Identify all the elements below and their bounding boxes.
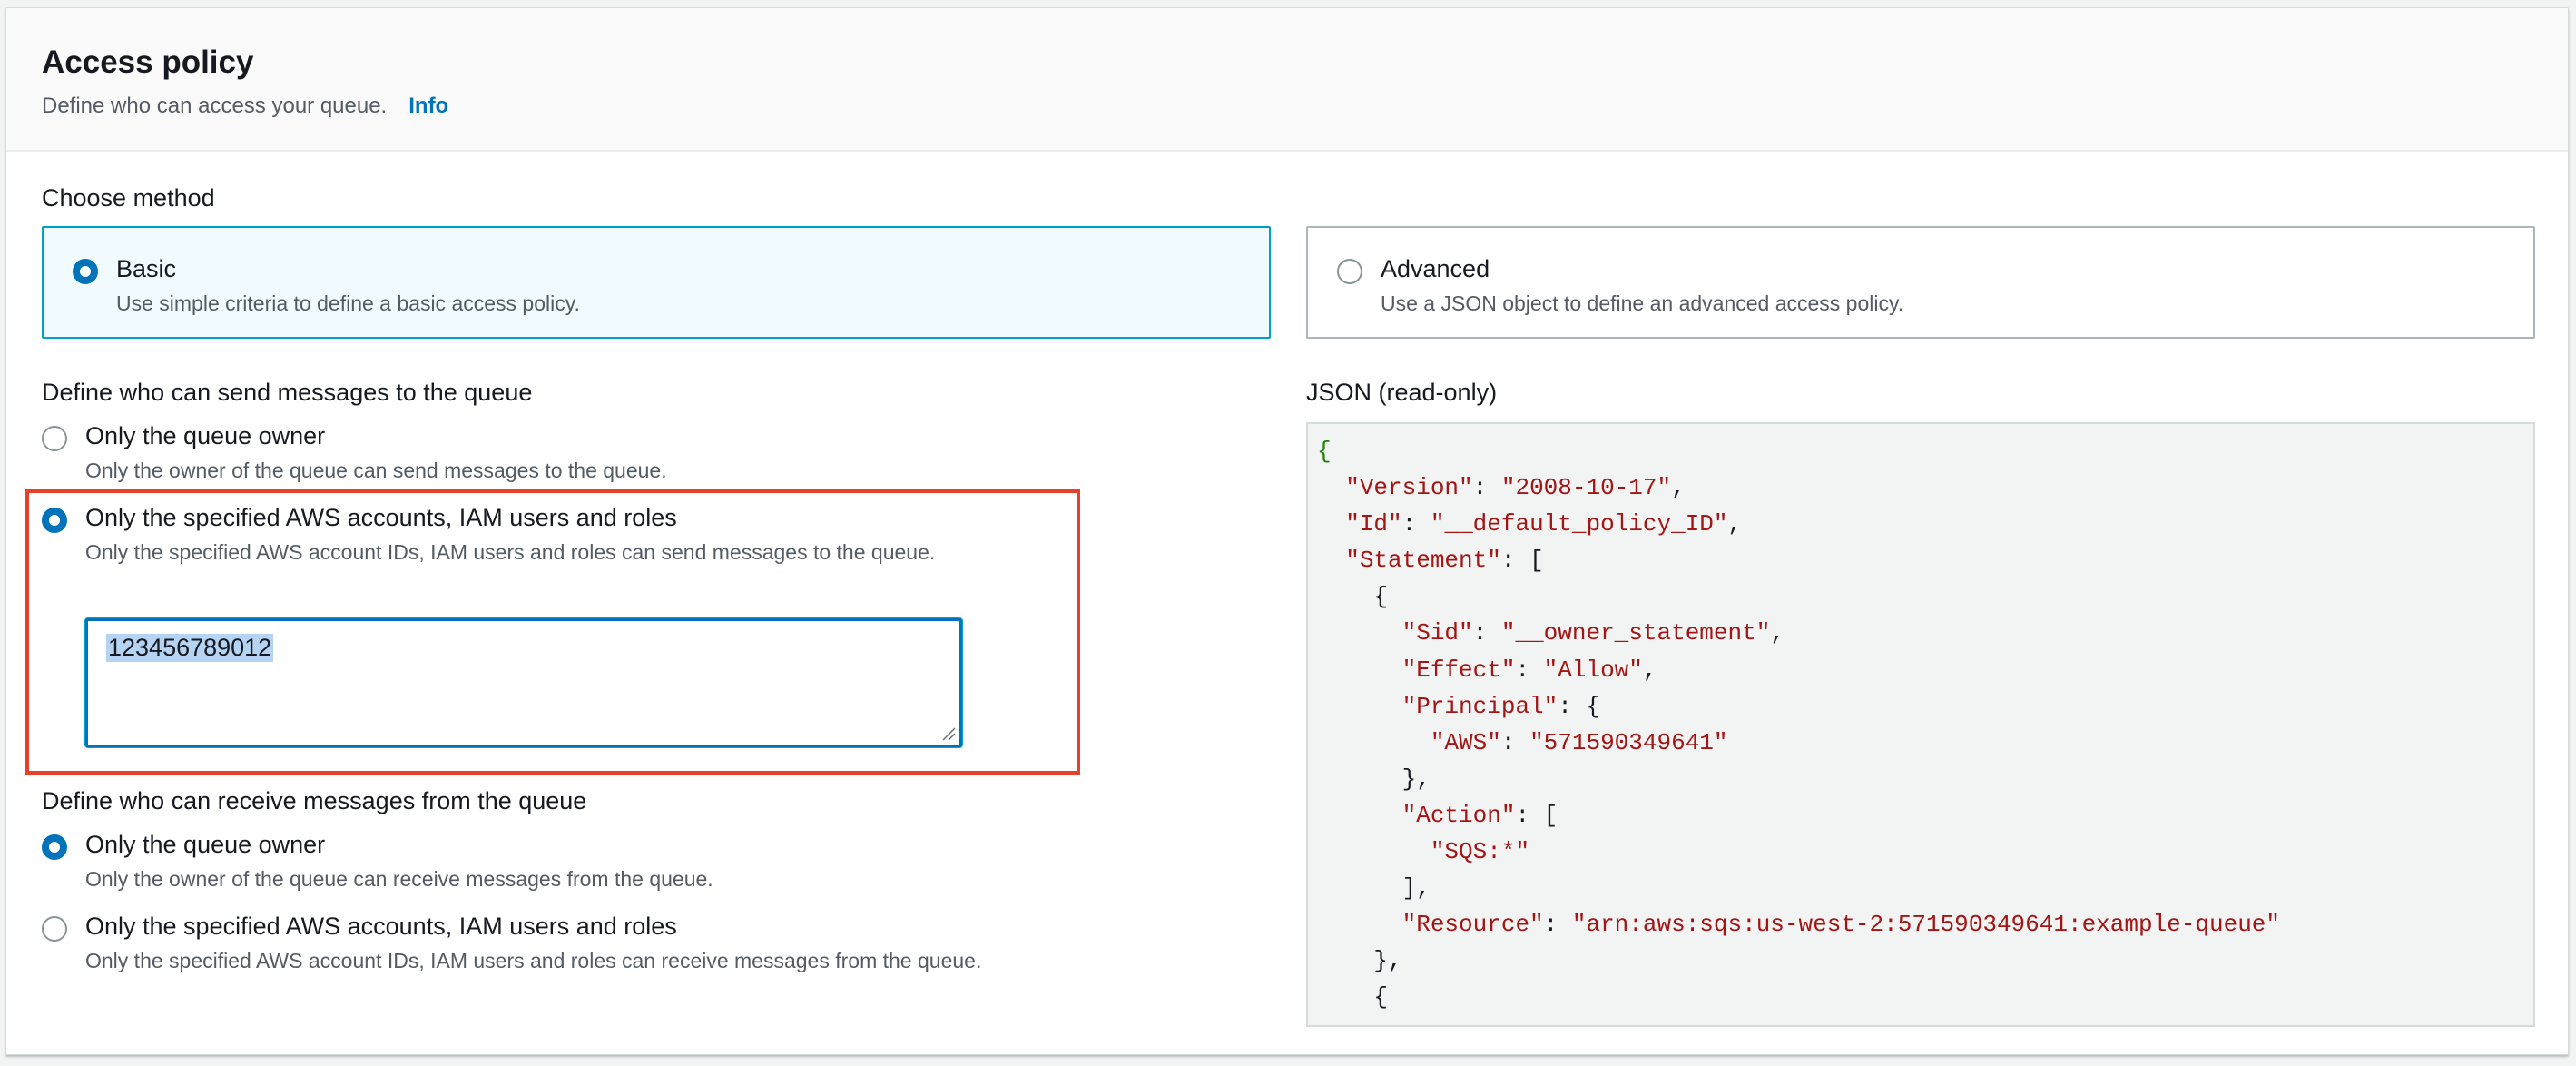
json-line: "Action": [ [1317,797,2280,834]
panel-description-text: Define who can access your queue. [42,94,388,118]
json-key: "AWS" [1430,728,1501,756]
send-owner-title[interactable]: Only the queue owner [85,422,325,450]
json-value: "SQS:*" [1430,838,1530,866]
json-key: "Effect" [1401,656,1516,684]
json-line: "AWS": "571590349641" [1430,728,1728,756]
advanced-title: Advanced [1381,255,1490,282]
json-punctuation: ], [1401,874,1431,903]
resize-handle-icon[interactable] [941,726,956,741]
receive-label: Define who can receive messages from the… [42,787,587,814]
json-punctuation: }, [1373,947,1402,975]
json-viewer: { "Version": "2008-10-17", "Id": "__defa… [1306,422,2535,1027]
json-line: "Effect": "Allow", [1401,656,1657,684]
json-punctuation: , [1727,510,1743,538]
send-accounts-value[interactable]: 123456789012 [106,634,274,662]
advanced-radio[interactable] [1337,259,1362,284]
choose-method-label: Choose method [42,184,215,212]
method-tile-basic[interactable]: Basic Use simple criteria to define a ba… [42,226,1271,339]
json-line: "Version": "2008-10-17", [1345,474,1686,502]
json-punctuation: : [ [1500,547,1544,575]
json-key: "Resource" [1401,911,1544,939]
json-punctuation: { [1317,438,1332,465]
json-key: "Action" [1401,801,1516,829]
json-line: "SQS:*" [1317,834,2280,870]
json-line: "Id": "__default_policy_ID", [1345,510,1743,538]
json-key: "Sid" [1401,619,1473,647]
json-value: "__owner_statement" [1500,619,1771,647]
json-punctuation: , [1671,474,1686,502]
json-key: "Statement" [1345,547,1501,575]
json-line: "Sid": "__owner_statement", [1401,619,1785,647]
receive-owner-title[interactable]: Only the queue owner [85,831,325,859]
json-line: "Statement": [ [1317,542,2280,578]
json-value: "__default_policy_ID" [1430,510,1728,538]
receive-owner-radio[interactable] [42,834,67,860]
basic-description: Use simple criteria to define a basic ac… [116,291,580,315]
advanced-description: Use a JSON object to define an advanced … [1381,291,1904,315]
basic-title: Basic [116,255,177,282]
send-owner-radio[interactable] [42,426,67,451]
json-key: "Principal" [1401,692,1558,720]
send-specified-title[interactable]: Only the specified AWS accounts, IAM use… [85,504,677,532]
receive-specified-description: Only the specified AWS account IDs, IAM … [85,949,982,972]
json-line: { [1317,979,2280,1015]
json-line: "Principal": { [1317,688,2280,725]
method-tile-advanced[interactable]: Advanced Use a JSON object to define an … [1306,226,2535,339]
send-specified-radio[interactable] [42,508,67,533]
panel-title: Access policy [42,44,254,80]
json-code: { "Version": "2008-10-17", "Id": "__defa… [1317,433,2280,1016]
json-value: "571590349641" [1529,728,1728,756]
json-value: "2008-10-17" [1500,474,1672,502]
json-punctuation: { [1373,983,1389,1012]
send-specified-description: Only the specified AWS account IDs, IAM … [85,540,936,564]
json-key: "Id" [1345,510,1402,538]
json-punctuation: , [1642,656,1657,684]
json-punctuation: }, [1401,765,1431,793]
basic-radio[interactable] [73,259,98,284]
json-punctuation: : [ [1515,801,1558,829]
json-line: { [1317,433,2280,469]
json-line: { [1317,578,2280,615]
json-line: }, [1317,943,2280,979]
receive-owner-description: Only the owner of the queue can receive … [85,867,713,891]
json-punctuation: { [1373,583,1389,611]
json-punctuation: , [1770,619,1785,647]
access-policy-panel: Access policy Define who can access your… [5,7,2569,1055]
json-line: "Resource": "arn:aws:sqs:us-west-2:57159… [1401,911,2281,939]
receive-specified-radio[interactable] [42,916,67,942]
json-punctuation: : { [1558,692,1601,720]
json-value: "Allow" [1543,656,1643,684]
json-key: "Version" [1345,474,1473,502]
receive-specified-title[interactable]: Only the specified AWS accounts, IAM use… [85,913,677,941]
json-label: JSON (read-only) [1306,379,1498,406]
panel-header: Access policy Define who can access your… [6,8,2568,152]
send-owner-description: Only the owner of the queue can send mes… [85,459,667,482]
info-link[interactable]: Info [408,94,448,118]
panel-description: Define who can access your queue. Info [42,94,448,119]
send-label: Define who can send messages to the queu… [42,379,533,406]
json-line: }, [1317,761,2280,797]
json-line: ], [1317,870,2280,906]
json-value: "arn:aws:sqs:us-west-2:571590349641:exam… [1571,911,2281,939]
send-accounts-textarea[interactable]: 123456789012 [85,618,962,747]
